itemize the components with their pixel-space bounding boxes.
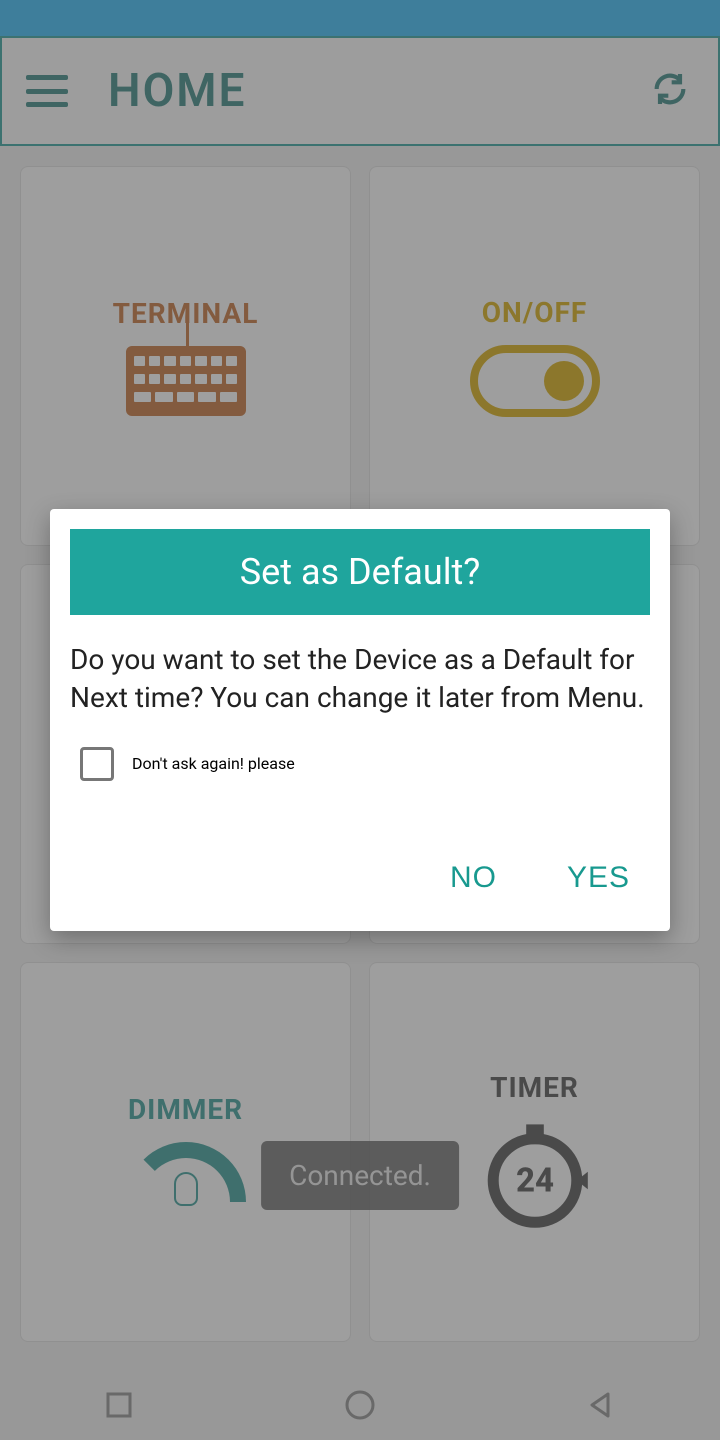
set-default-dialog: Set as Default? Do you want to set the D…	[50, 509, 670, 931]
dont-ask-checkbox[interactable]	[80, 747, 114, 781]
dialog-message: Do you want to set the Device as a Defau…	[70, 615, 650, 717]
yes-button[interactable]: YES	[567, 861, 630, 895]
dialog-title: Set as Default?	[70, 529, 650, 615]
checkbox-label: Don't ask again! please	[132, 754, 295, 773]
dont-ask-row[interactable]: Don't ask again! please	[70, 747, 650, 781]
modal-overlay[interactable]: Set as Default? Do you want to set the D…	[0, 0, 720, 1440]
no-button[interactable]: NO	[450, 861, 497, 895]
